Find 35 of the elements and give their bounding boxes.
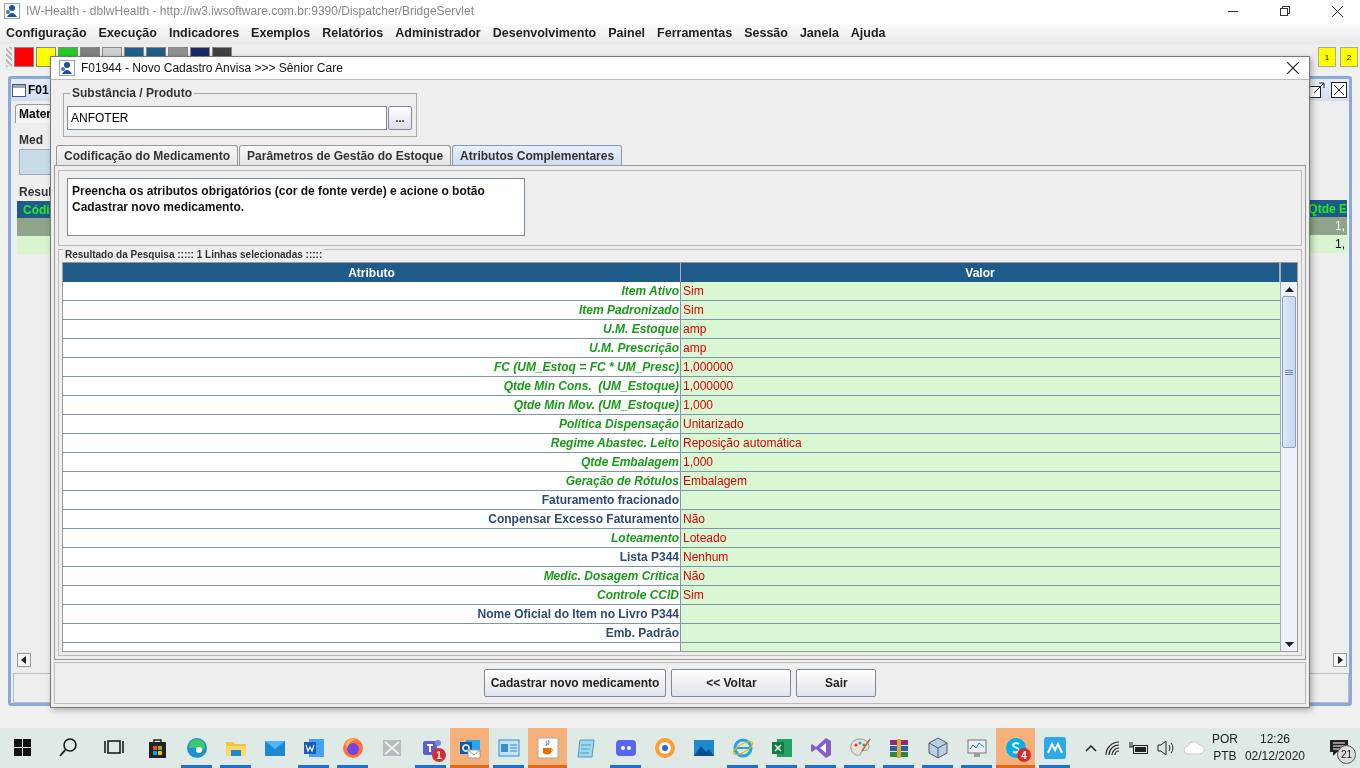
attribute-cell: Medic. Dosagem Crítica	[63, 567, 681, 586]
keyboard-layout: PTB	[1213, 748, 1237, 765]
date-text: 02/12/2020	[1244, 748, 1305, 765]
attribute-cell: Emb. Padrão	[63, 624, 681, 643]
attribute-cell: Controle CCID	[63, 586, 681, 605]
attribute-cell: FC (UM_Estoq = FC * UM_Presc)	[63, 358, 681, 377]
instructions-text: Preencha os atributos obrigatórios (cor de fonte verde) e acione o botão Cadastrar novo medicamento.	[67, 178, 525, 236]
attribute-cell: Política Dispensação	[63, 415, 681, 434]
notification-badge: 1	[432, 748, 446, 762]
attribute-cell: U.M. Estoque	[63, 320, 681, 339]
attribute-cell: U.M. Prescrição	[63, 339, 681, 358]
attribute-cell: Geração de Rótulos	[63, 472, 681, 491]
attribute-cell: Faturamento fracionado	[63, 491, 681, 510]
attribute-cell: Qtde Min Cons. (UM_Estoque)	[63, 377, 681, 396]
attribute-cell: Qtde Embalagem	[63, 453, 681, 472]
attribute-cell: Lista P344	[63, 548, 681, 567]
attribute-cell: Nome Oficial do Item no Livro P344	[63, 605, 681, 624]
dialog-title: F01944 - Novo Cadastro Anvisa >>> Sênior Care	[81, 61, 343, 75]
table-cell: 1,	[1307, 235, 1347, 253]
group-label: Med	[18, 133, 44, 149]
group-label: Substância / Produto	[70, 86, 194, 100]
attribute-cell: Regime Abastec. Leito	[63, 434, 681, 453]
attribute-cell: Qtde Min Mov. (UM_Estoque)	[63, 396, 681, 415]
attribute-cell: Conpensar Excesso Faturamento	[63, 510, 681, 529]
attribute-cell: Loteamento	[63, 529, 681, 548]
results-title: Resultado da Pesquisa ::::: 1 Linhas selecionadas :::::	[63, 249, 325, 260]
notification-badge: 4	[1017, 748, 1031, 762]
window-title: F01	[28, 83, 49, 97]
window-title: IW-Health - dblwHealth - http://iw3.iwsoftware.com.br:9390/Dispatcher/BridgeServlet	[26, 4, 474, 18]
time-text: 12:26	[1259, 731, 1290, 748]
notification-count: 21	[1337, 745, 1356, 764]
attribute-cell: Item Padronizado	[63, 301, 681, 320]
table-cell: 1,	[1307, 217, 1347, 235]
language-code: POR	[1211, 731, 1238, 748]
attribute-cell: Item Ativo	[63, 282, 681, 301]
